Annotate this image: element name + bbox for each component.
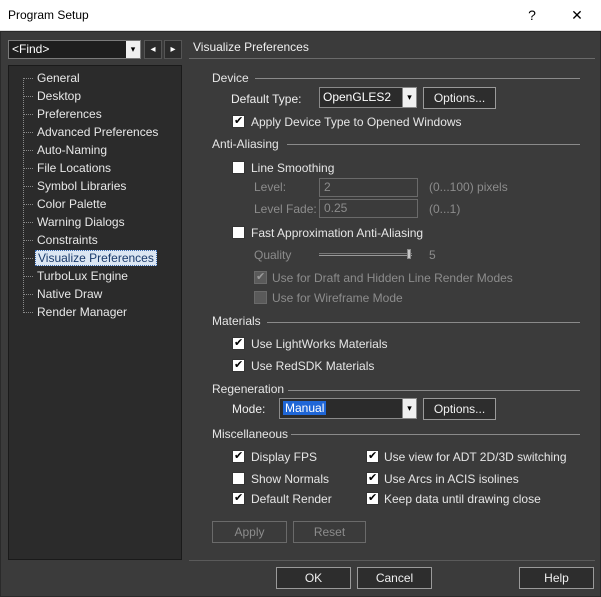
redsdk-label: Use RedSDK Materials — [251, 359, 375, 373]
group-device: Device — [212, 71, 249, 85]
group-miscellaneous: Miscellaneous — [212, 427, 289, 441]
tree-item-constraints[interactable]: Constraints — [23, 231, 100, 249]
keep-data-label: Keep data until drawing close — [384, 492, 541, 506]
line-smoothing-label: Line Smoothing — [251, 161, 335, 175]
divider — [255, 78, 580, 79]
keep-data-checkbox[interactable] — [366, 491, 379, 505]
regeneration-options-button[interactable]: Options... — [423, 398, 496, 420]
divider — [287, 144, 580, 145]
level-fade-label: Level Fade: — [254, 202, 317, 216]
settings-tree: General Desktop Preferences Advanced Pre… — [8, 65, 182, 560]
wireframe-checkbox[interactable] — [254, 291, 267, 304]
tree-item-render-manager[interactable]: Render Manager — [23, 303, 129, 321]
title-bar: Program Setup ? ✕ — [0, 0, 601, 31]
ok-button[interactable]: OK — [276, 567, 351, 589]
tree-item-symbol-libraries[interactable]: Symbol Libraries — [23, 177, 128, 195]
line-smoothing-checkbox[interactable] — [232, 161, 245, 174]
level-fade-field[interactable]: 0.25 — [319, 199, 418, 218]
default-type-label: Default Type: — [231, 92, 302, 106]
wireframe-label: Use for Wireframe Mode — [272, 291, 403, 305]
chevron-down-icon[interactable]: ▾ — [126, 41, 140, 58]
prev-page-icon[interactable]: ◂ — [144, 40, 162, 59]
tree-item-file-locations[interactable]: File Locations — [23, 159, 113, 177]
lightworks-label: Use LightWorks Materials — [251, 337, 388, 351]
mode-label: Mode: — [232, 402, 266, 416]
divider — [267, 322, 580, 323]
adt-switching-checkbox[interactable] — [366, 449, 379, 463]
default-render-label: Default Render — [251, 492, 332, 506]
tree-item-auto-naming[interactable]: Auto-Naming — [23, 141, 109, 159]
apply-button[interactable]: Apply — [212, 521, 287, 543]
window-title: Program Setup — [8, 8, 89, 22]
acis-arcs-label: Use Arcs in ACIS isolines — [384, 472, 519, 486]
show-normals-checkbox[interactable] — [232, 472, 245, 485]
acis-arcs-checkbox[interactable] — [366, 471, 379, 485]
level-label: Level: — [254, 180, 287, 194]
level-field[interactable]: 2 — [319, 178, 418, 197]
quality-value: 5 — [429, 248, 436, 262]
regeneration-mode-select[interactable]: Manual ▾ — [279, 398, 417, 419]
tree-item-preferences[interactable]: Preferences — [23, 105, 104, 123]
tree-item-native-draw[interactable]: Native Draw — [23, 285, 104, 303]
tree-item-turbolux-engine[interactable]: TurboLux Engine — [23, 267, 130, 285]
group-materials: Materials — [212, 314, 261, 328]
tree-item-desktop[interactable]: Desktop — [23, 87, 83, 105]
apply-device-type-label: Apply Device Type to Opened Windows — [251, 115, 462, 129]
display-fps-label: Display FPS — [251, 450, 318, 464]
display-fps-checkbox[interactable] — [232, 449, 245, 463]
show-normals-label: Show Normals — [251, 472, 330, 486]
cancel-button[interactable]: Cancel — [357, 567, 432, 589]
footer-divider — [189, 560, 595, 561]
quality-slider-thumb[interactable] — [407, 249, 411, 259]
level-range: (0...100) pixels — [429, 180, 508, 194]
find-value: <Find> — [12, 42, 50, 56]
page-title: Visualize Preferences — [193, 40, 309, 54]
tree-item-visualize-preferences[interactable]: Visualize Preferences — [23, 249, 157, 267]
help-icon[interactable]: ? — [514, 3, 550, 27]
chevron-down-icon[interactable]: ▾ — [402, 399, 416, 418]
quality-slider[interactable] — [319, 253, 412, 256]
header-divider — [189, 58, 595, 59]
fast-approx-checkbox[interactable] — [232, 226, 245, 239]
level-fade-range: (0...1) — [429, 202, 461, 216]
tree-item-general[interactable]: General — [23, 69, 82, 87]
regeneration-mode-value: Manual — [283, 401, 327, 415]
redsdk-checkbox[interactable] — [232, 358, 245, 372]
group-anti-aliasing: Anti-Aliasing — [212, 137, 279, 151]
default-type-value: OpenGLES2 — [323, 90, 392, 104]
dialog-body: <Find> ▾ ◂ ▸ General Desktop Preferences… — [0, 31, 601, 597]
draft-hidden-line-checkbox[interactable] — [254, 270, 267, 284]
divider — [291, 434, 580, 435]
next-page-icon[interactable]: ▸ — [164, 40, 182, 59]
lightworks-checkbox[interactable] — [232, 336, 245, 350]
divider — [288, 390, 580, 391]
quality-label: Quality — [254, 248, 292, 262]
close-icon[interactable]: ✕ — [559, 3, 595, 27]
default-render-checkbox[interactable] — [232, 491, 245, 505]
help-button[interactable]: Help — [519, 567, 594, 589]
default-type-select[interactable]: OpenGLES2 ▾ — [319, 87, 417, 108]
tree-item-color-palette[interactable]: Color Palette — [23, 195, 108, 213]
apply-device-type-checkbox[interactable] — [232, 114, 245, 128]
adt-switching-label: Use view for ADT 2D/3D switching — [384, 450, 567, 464]
reset-button[interactable]: Reset — [293, 521, 366, 543]
group-regeneration: Regeneration — [212, 382, 285, 396]
device-options-button[interactable]: Options... — [423, 87, 496, 109]
fast-approx-label: Fast Approximation Anti-Aliasing — [251, 226, 424, 240]
chevron-down-icon[interactable]: ▾ — [402, 88, 416, 107]
tree-item-advanced-preferences[interactable]: Advanced Preferences — [23, 123, 160, 141]
draft-hidden-line-label: Use for Draft and Hidden Line Render Mod… — [272, 271, 513, 285]
find-combo[interactable]: <Find> ▾ — [8, 40, 141, 59]
tree-item-warning-dialogs[interactable]: Warning Dialogs — [23, 213, 127, 231]
